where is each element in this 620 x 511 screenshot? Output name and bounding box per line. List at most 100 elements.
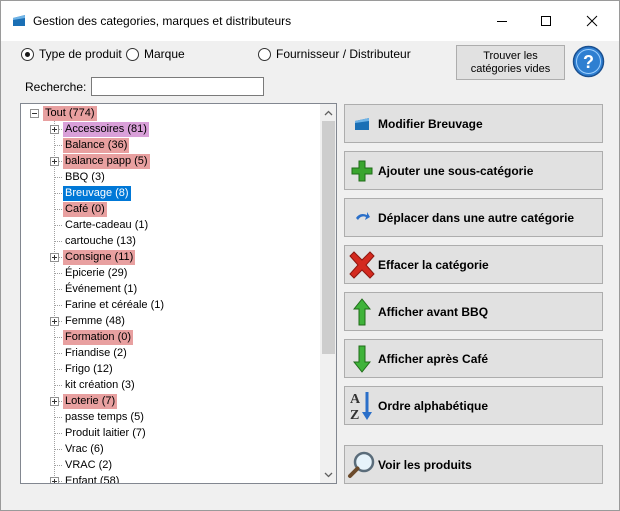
tree-node-label: balance papp (5) [63, 154, 150, 169]
search-input[interactable] [91, 77, 264, 96]
edit-category-button[interactable]: Modifier Breuvage [344, 104, 603, 143]
expand-icon[interactable] [50, 253, 59, 262]
radio-label: Type de produit [39, 47, 122, 61]
question-circle-icon[interactable]: ? [572, 45, 605, 78]
view-products-button[interactable]: Voir les produits [344, 445, 603, 484]
tree-node[interactable]: BBQ (3) [21, 170, 318, 185]
add-subcategory-button[interactable]: Ajouter une sous-catégorie [344, 151, 603, 190]
radio-marque[interactable]: Marque [126, 47, 185, 61]
tree-node[interactable]: Épicerie (29) [21, 266, 318, 281]
tree-connector [55, 193, 62, 194]
maximize-icon [541, 16, 551, 26]
tree-node-label: Friandise (2) [65, 347, 127, 359]
close-icon [586, 15, 598, 27]
move-down-button[interactable]: Afficher après Café [344, 339, 603, 378]
tree-root[interactable]: Tout (774) [21, 106, 318, 121]
tree-connector [55, 337, 62, 338]
sort-alphabetical-button[interactable]: A Z Ordre alphabétique [344, 386, 603, 425]
tree-connector [55, 417, 62, 418]
tree-connector [55, 433, 62, 434]
tree-node[interactable]: Café (0) [21, 202, 318, 217]
tree-node[interactable]: Événement (1) [21, 282, 318, 297]
tree-node[interactable]: passe temps (5) [21, 410, 318, 425]
tree-node-label: Carte-cadeau (1) [65, 219, 149, 231]
action-label: Voir les produits [378, 457, 472, 472]
tree-node-label: Événement (1) [65, 283, 138, 295]
tree-connector [55, 369, 62, 370]
arrow-down-icon [347, 344, 377, 374]
tree-node[interactable]: Vrac (6) [21, 442, 318, 457]
collapse-icon[interactable] [30, 109, 39, 118]
svg-text:A: A [350, 392, 361, 407]
tree-node-label: passe temps (5) [65, 411, 144, 423]
sort-az-icon: A Z [347, 391, 377, 422]
expand-icon[interactable] [50, 317, 59, 326]
chevron-down-icon [324, 472, 333, 477]
tree-connector [55, 273, 62, 274]
title-bar[interactable]: Gestion des categories, marques et distr… [1, 1, 619, 41]
tree-node[interactable]: Frigo (12) [21, 362, 318, 377]
tree-node[interactable]: Carte-cadeau (1) [21, 218, 318, 233]
radio-fournisseur[interactable]: Fournisseur / Distributeur [258, 47, 411, 61]
tree-node[interactable]: Friandise (2) [21, 346, 318, 361]
tree-node[interactable]: cartouche (13) [21, 234, 318, 249]
tree-node[interactable]: Balance (36) [21, 138, 318, 153]
tree-node[interactable]: kit création (3) [21, 378, 318, 393]
tree-node[interactable]: Consigne (11) [21, 250, 318, 265]
expand-icon[interactable] [50, 157, 59, 166]
window-title: Gestion des categories, marques et distr… [33, 14, 292, 28]
radio-type-produit[interactable]: Type de produit [21, 47, 122, 61]
tree-node[interactable]: balance papp (5) [21, 154, 318, 169]
category-tree[interactable]: Tout (774) Accessoires (81) Balance (36) b… [20, 103, 337, 484]
radio-indicator [126, 47, 139, 61]
expand-icon[interactable] [50, 477, 59, 483]
tree-connector [59, 257, 62, 258]
close-button[interactable] [569, 1, 615, 41]
tree-connector [55, 305, 62, 306]
tree-node[interactable]: Enfant (58) [21, 474, 318, 483]
tree-node[interactable]: VRAC (2) [21, 458, 318, 473]
tree-node-label: Café (0) [63, 202, 107, 217]
tree-node[interactable]: Breuvage (8) [21, 186, 318, 201]
move-up-button[interactable]: Afficher avant BBQ [344, 292, 603, 331]
tree-node[interactable]: Accessoires (81) [21, 122, 318, 137]
folder-edit-icon [347, 109, 377, 139]
tree-connector [55, 353, 62, 354]
tree-node[interactable]: Farine et céréale (1) [21, 298, 318, 313]
action-label: Afficher avant BBQ [378, 304, 489, 319]
minimize-button[interactable] [479, 1, 525, 41]
tree-node-label: Femme (48) [65, 315, 125, 327]
expand-icon[interactable] [50, 125, 59, 134]
svg-text:Z: Z [350, 408, 359, 422]
chevron-up-icon [324, 110, 333, 115]
action-label: Modifier Breuvage [378, 116, 483, 131]
tree-node-label: Accessoires (81) [63, 122, 149, 137]
tree-node[interactable]: Loterie (7) [21, 394, 318, 409]
tree-root-label: Tout (774) [43, 106, 97, 121]
svg-text:?: ? [583, 52, 594, 72]
tree-connector [59, 321, 62, 322]
tree-node-label: Loterie (7) [63, 394, 118, 409]
tree-scrollbar[interactable] [320, 104, 336, 483]
expand-icon[interactable] [50, 397, 59, 406]
maximize-button[interactable] [523, 1, 569, 41]
plus-icon [347, 156, 377, 186]
scroll-up-button[interactable] [320, 104, 336, 121]
tree-node[interactable]: Formation (0) [21, 330, 318, 345]
radio-indicator [258, 47, 271, 61]
scroll-down-button[interactable] [320, 466, 336, 483]
delete-category-button[interactable]: Effacer la catégorie [344, 245, 603, 284]
tree-node-label: VRAC (2) [65, 459, 113, 471]
scroll-thumb[interactable] [322, 121, 335, 354]
radio-indicator [21, 47, 34, 61]
move-category-button[interactable]: Déplacer dans une autre catégorie [344, 198, 603, 237]
find-empty-categories-button[interactable]: Trouver les catégories vides [456, 45, 565, 80]
tree-node-label: BBQ (3) [65, 171, 105, 183]
tree-node[interactable]: Produit laitier (7) [21, 426, 318, 441]
tree-connector [59, 481, 62, 482]
radio-label: Fournisseur / Distributeur [276, 47, 411, 61]
tree-node-label: Frigo (12) [65, 363, 113, 375]
tree-node[interactable]: Femme (48) [21, 314, 318, 329]
tree-connector [55, 225, 62, 226]
action-label: Ordre alphabétique [378, 398, 489, 413]
